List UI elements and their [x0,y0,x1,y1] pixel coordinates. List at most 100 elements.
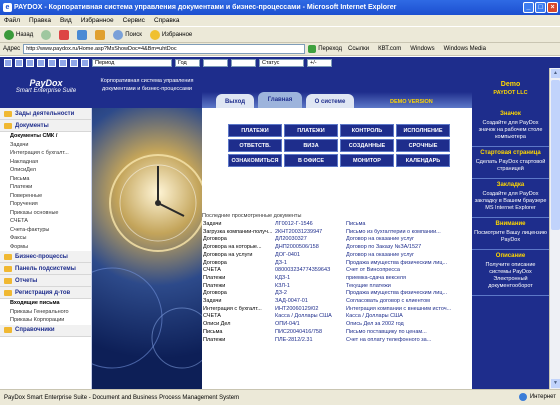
tab-main[interactable]: Главная [258,92,302,108]
recent-title-cell[interactable]: Опись Дел за 2002 год [345,321,472,329]
scroll-down-icon[interactable]: ▼ [551,379,560,388]
table-row[interactable]: Интеграция с бухгалт... ИНТ20060129/02 Инт… [202,306,472,314]
sidebar-item[interactable]: Интеграция с бухгалт... [0,149,91,158]
quick-button[interactable]: ОТВЕТСТВ. [228,139,282,152]
recent-title-cell[interactable]: Договор на оказание услуг [345,236,472,244]
recent-title-cell[interactable]: Письмо из бухгалтерии о компании... [345,229,472,237]
extra-select-2[interactable] [231,58,256,67]
calendar-next-icon[interactable] [15,58,23,67]
search-button[interactable]: Поиск [113,29,142,40]
forward-button[interactable] [41,29,52,40]
sidebar-section[interactable]: Документы [0,120,91,132]
quick-button[interactable]: ПЛАТЕЖИ [228,124,282,137]
recent-title-cell[interactable]: Согласовать договор с клиентом [345,298,472,306]
quick-button[interactable]: ОЗНАКОМИТЬСЯ [228,154,282,167]
quick-button[interactable]: КОНТРОЛЬ [340,124,394,137]
menu-tools[interactable]: Сервис [123,15,145,26]
extra-select[interactable] [203,58,228,67]
sidebar-item[interactable]: ОписиДел [0,166,91,175]
table-row[interactable]: Платежи КЗЛ-1 Текущие платежи [202,283,472,291]
calendar-select-icon[interactable] [81,58,89,67]
table-row[interactable]: Платежи ПЛЕ-2812/2.31 Счет на оплату телеф… [202,337,472,345]
calendar-quarter-icon[interactable] [70,58,78,67]
menu-view[interactable]: Вид [60,15,72,26]
recent-number-cell[interactable]: ЛГ0012-Г-1546 [274,221,345,229]
right-panel-link[interactable]: Сделать PayDox стартовой страницей [474,159,547,173]
recent-number-cell[interactable]: 2КНТ20031239947 [274,229,345,237]
quick-button[interactable]: СРОЧНЫЕ [396,139,450,152]
quick-button[interactable]: ИСПОЛНЕНИЕ [396,124,450,137]
sidebar-item[interactable]: Письма [0,175,91,184]
recent-number-cell[interactable]: ДЗ-2 [274,290,345,298]
menu-favorites[interactable]: Избранное [81,15,114,26]
recent-title-cell[interactable]: Письма [345,221,472,229]
tab-logout[interactable]: Выход [216,94,254,108]
table-row[interactable]: Договора ДЛ20030327 Договор на оказание ус… [202,236,472,244]
calendar-week-icon[interactable] [48,58,56,67]
sidebar-item[interactable]: Факсы [0,234,91,243]
quick-button[interactable]: МОНИТОР [340,154,394,167]
recent-title-cell[interactable]: Продажа имущества физическим лиц... [345,290,472,298]
maximize-button[interactable]: □ [535,2,546,13]
stop-button[interactable] [59,29,70,40]
calendar-prev-icon[interactable] [4,58,12,67]
tab-about[interactable]: О системе [306,94,354,108]
sidebar-item[interactable]: Формы [0,243,91,252]
table-row[interactable]: СЧЕТА Касса / Доллары США Касса / Доллары … [202,313,472,321]
table-row[interactable]: Описи Дел ОПИ-04/1 Опись Дел за 2002 год [202,321,472,329]
recent-number-cell[interactable]: 08000323477435964З [274,267,345,275]
menu-edit[interactable]: Правка [29,15,51,26]
scroll-up-icon[interactable]: ▲ [551,69,560,78]
recent-title-cell[interactable]: Текущие платежи [345,283,472,291]
sidebar-item[interactable]: Счета-фактуры [0,226,91,235]
status-select[interactable]: Статус [259,58,304,67]
table-row[interactable]: СЧЕТА 08000323477435964З Счет от Винсопрес… [202,267,472,275]
sidebar-item[interactable]: Поверенные [0,192,91,201]
sign-select[interactable]: +/- [307,58,332,67]
calendar-month-icon[interactable] [59,58,67,67]
calendar-today-icon[interactable] [26,58,34,67]
menu-file[interactable]: Файл [4,15,20,26]
minimize-button[interactable]: _ [523,2,534,13]
sidebar-item[interactable]: Платежи [0,183,91,192]
back-button[interactable]: Назад [4,29,33,40]
sidebar-section[interactable]: Бизнес-процессы [0,251,91,263]
recent-title-cell[interactable]: Счет от Винсопресса [345,267,472,275]
scroll-thumb[interactable] [551,80,560,230]
calendar-mode-icon[interactable] [37,58,45,67]
menu-help[interactable]: Справка [154,15,180,26]
year-select[interactable]: Год [175,58,200,67]
go-button[interactable]: Переход [308,45,342,53]
sidebar-section[interactable]: Регистрация д-тов [0,287,91,299]
links-label[interactable]: Ссылки [345,46,372,52]
recent-title-cell[interactable]: Договор на оказание услуг [345,252,472,260]
sidebar-item[interactable]: Поручения [0,200,91,209]
sidebar-section[interactable]: Справочники [0,324,91,337]
table-row[interactable]: Письма ПИС20040416/758 Письмо поставщику п… [202,329,472,337]
recent-title-cell[interactable]: Касса / Доллары США [345,313,472,321]
recent-number-cell[interactable]: КЗЛ-1 [274,283,345,291]
recent-number-cell[interactable]: ДНП2000506/158 [274,244,345,252]
recent-number-cell[interactable]: ЗАД-0047-01 [274,298,345,306]
recent-number-cell[interactable]: Касса / Доллары США [274,313,345,321]
recent-number-cell[interactable]: ПИС20040416/758 [274,329,345,337]
sidebar-item[interactable]: Приказы основные [0,209,91,218]
recent-title-cell[interactable]: Письмо поставщику по ценам... [345,329,472,337]
sidebar-item[interactable]: Накладная [0,158,91,167]
home-button[interactable] [95,29,106,40]
sidebar-item[interactable]: Входящие письма [0,299,91,308]
recent-number-cell[interactable]: ИНТ20060129/02 [274,306,345,314]
table-row[interactable]: Платежи КДЗ-1 приемка-сдача векселя [202,275,472,283]
sidebar-item[interactable]: Задачи [0,141,91,150]
recent-number-cell[interactable]: ОПИ-04/1 [274,321,345,329]
table-row[interactable]: Договора ДЗ-2 Продажа имущества физическим… [202,290,472,298]
right-panel-link[interactable]: Создайте для PayDox значок на рабочем ст… [474,120,547,141]
sidebar-section[interactable]: Отчеты [0,275,91,287]
recent-title-cell[interactable]: Счет на оплату телефонного за... [345,337,472,345]
recent-number-cell[interactable]: ДЗ-1 [274,260,345,268]
sidebar-section[interactable]: Зады деятельности [0,108,91,120]
link-kvt[interactable]: КВТ.com [375,46,404,52]
sidebar-section[interactable]: Панель подсистемы [0,263,91,275]
sidebar-item[interactable]: СЧЕТА [0,217,91,226]
recent-number-cell[interactable]: ДОГ-0401 [274,252,345,260]
